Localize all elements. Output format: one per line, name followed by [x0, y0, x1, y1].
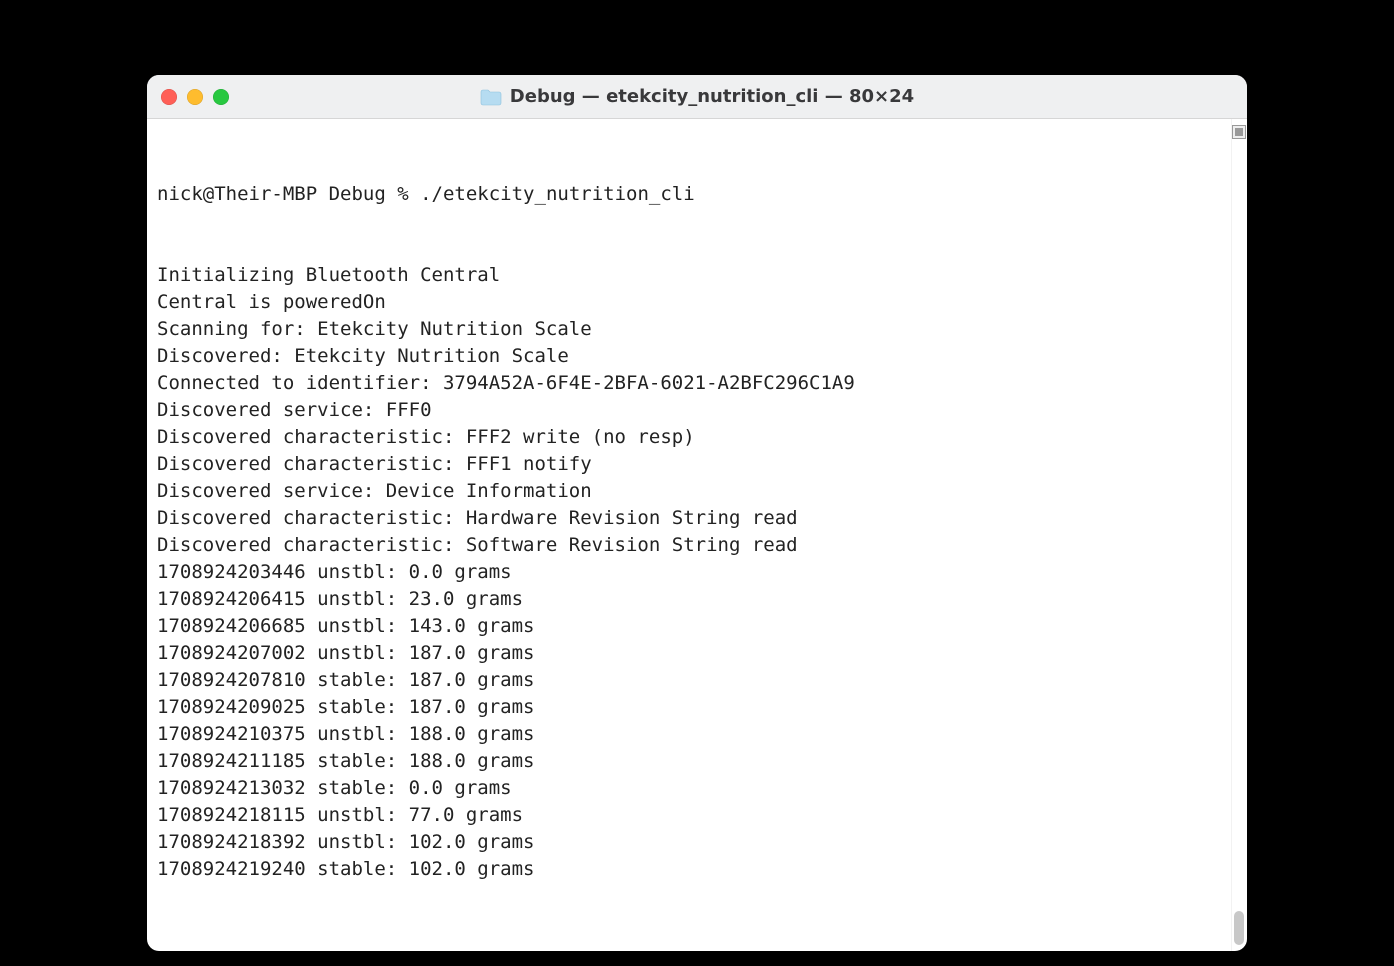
scroll-position-indicator-icon[interactable]: [1232, 125, 1246, 139]
terminal-output-line: 1708924218392 unstbl: 102.0 grams: [147, 829, 1231, 856]
terminal-content[interactable]: nick@Their-MBP Debug % ./etekcity_nutrit…: [147, 119, 1231, 951]
terminal-output-line: Initializing Bluetooth Central: [147, 262, 1231, 289]
close-button[interactable]: [161, 89, 177, 105]
terminal-output-line: 1708924207810 stable: 187.0 grams: [147, 667, 1231, 694]
terminal-output-line: 1708924207002 unstbl: 187.0 grams: [147, 640, 1231, 667]
terminal-output-line: Discovered characteristic: FFF2 write (n…: [147, 424, 1231, 451]
terminal-output-line: 1708924210375 unstbl: 188.0 grams: [147, 721, 1231, 748]
terminal-output-line: Central is poweredOn: [147, 289, 1231, 316]
terminal-output-line: Discovered service: FFF0: [147, 397, 1231, 424]
command: ./etekcity_nutrition_cli: [420, 183, 695, 205]
terminal-output-line: 1708924209025 stable: 187.0 grams: [147, 694, 1231, 721]
terminal-output-line: Connected to identifier: 3794A52A-6F4E-2…: [147, 370, 1231, 397]
content-area: nick@Their-MBP Debug % ./etekcity_nutrit…: [147, 119, 1247, 951]
terminal-output-line: Discovered: Etekcity Nutrition Scale: [147, 343, 1231, 370]
terminal-output-line: 1708924219240 stable: 102.0 grams: [147, 856, 1231, 883]
window-title: Debug — etekcity_nutrition_cli — 80×24: [510, 86, 914, 107]
minimize-button[interactable]: [187, 89, 203, 105]
terminal-output-line: 1708924206415 unstbl: 23.0 grams: [147, 586, 1231, 613]
traffic-lights: [161, 89, 229, 105]
terminal-output-line: Scanning for: Etekcity Nutrition Scale: [147, 316, 1231, 343]
scroll-thumb[interactable]: [1234, 911, 1244, 945]
terminal-output-line: Discovered service: Device Information: [147, 478, 1231, 505]
maximize-button[interactable]: [213, 89, 229, 105]
terminal-window: Debug — etekcity_nutrition_cli — 80×24 n…: [147, 75, 1247, 951]
title-wrap: Debug — etekcity_nutrition_cli — 80×24: [147, 86, 1247, 107]
terminal-output-line: Discovered characteristic: Hardware Revi…: [147, 505, 1231, 532]
terminal-output-line: 1708924218115 unstbl: 77.0 grams: [147, 802, 1231, 829]
scrollbar[interactable]: [1231, 119, 1247, 951]
folder-icon: [480, 88, 502, 106]
titlebar[interactable]: Debug — etekcity_nutrition_cli — 80×24: [147, 75, 1247, 119]
terminal-output-line: 1708924213032 stable: 0.0 grams: [147, 775, 1231, 802]
terminal-output-line: Discovered characteristic: FFF1 notify: [147, 451, 1231, 478]
prompt-line: nick@Their-MBP Debug % ./etekcity_nutrit…: [147, 181, 1231, 208]
terminal-output-line: 1708924203446 unstbl: 0.0 grams: [147, 559, 1231, 586]
prompt: nick@Their-MBP Debug %: [157, 183, 420, 205]
terminal-output-line: 1708924211185 stable: 188.0 grams: [147, 748, 1231, 775]
terminal-output-line: 1708924206685 unstbl: 143.0 grams: [147, 613, 1231, 640]
terminal-output-line: Discovered characteristic: Software Revi…: [147, 532, 1231, 559]
